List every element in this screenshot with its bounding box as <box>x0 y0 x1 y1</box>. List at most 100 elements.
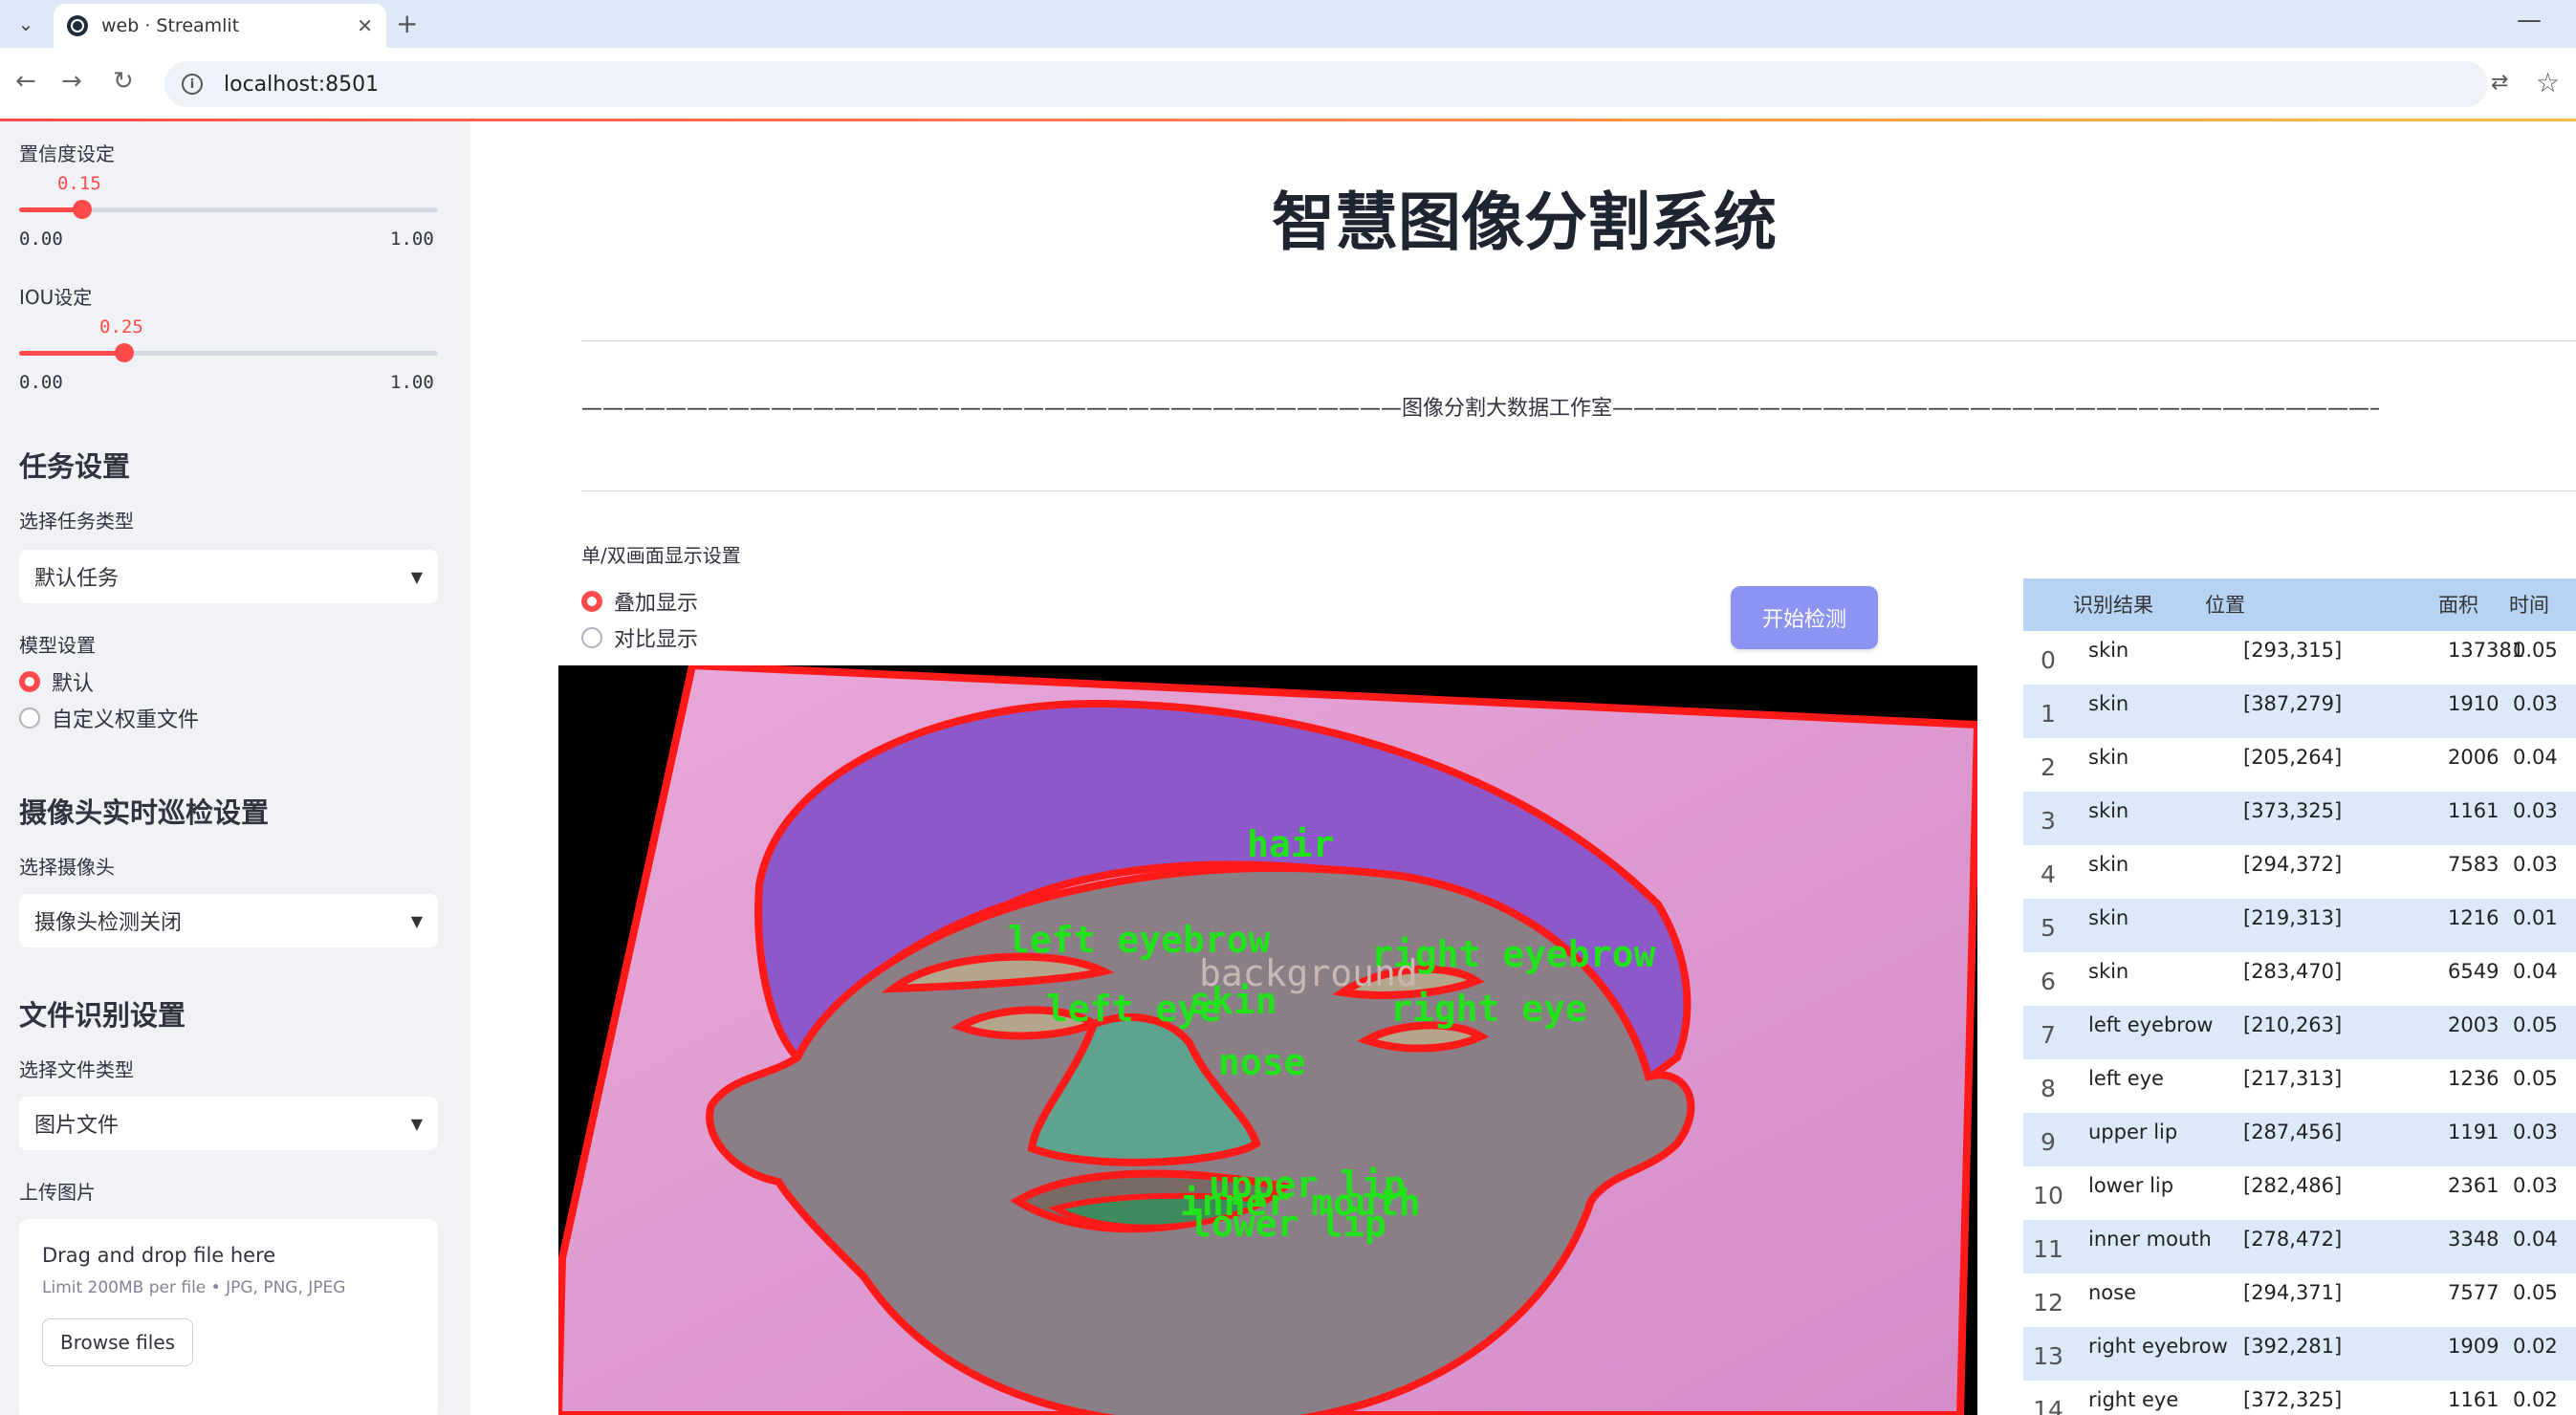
table-row[interactable]: 5 skin [219,313] 1216 0.01 <box>2023 899 2576 952</box>
cell-position: [392,281] <box>2243 1335 2343 1358</box>
cell-result: skin <box>2088 692 2129 715</box>
site-info-icon[interactable]: i <box>182 74 203 95</box>
header-position: 位置 <box>2205 594 2245 617</box>
display-radio-overlay[interactable]: 叠加显示 <box>581 586 698 617</box>
table-row[interactable]: 0 skin [293,315] 137381 0.05 <box>2023 631 2576 685</box>
iou-slider[interactable] <box>19 343 438 362</box>
label-right-eye: right eye <box>1390 988 1587 1030</box>
display-radio-compare[interactable]: 对比显示 <box>581 622 698 653</box>
confidence-min: 0.00 <box>19 229 63 250</box>
table-row[interactable]: 7 left eyebrow [210,263] 2003 0.05 <box>2023 1006 2576 1059</box>
cell-result: skin <box>2088 639 2129 662</box>
file-type-select[interactable]: 图片文件 ▼ <box>19 1097 438 1150</box>
radio-unselected-icon <box>19 708 40 729</box>
model-option-label: 默认 <box>52 672 95 696</box>
confidence-slider-thumb[interactable] <box>72 200 92 219</box>
cell-position: [278,472] <box>2243 1228 2343 1251</box>
header-time: 时间 <box>2509 594 2549 617</box>
confidence-slider[interactable] <box>19 200 438 219</box>
upload-label: 上传图片 <box>19 1181 96 1204</box>
label-skin: skin <box>1190 980 1277 1022</box>
cell-time: 0.04 <box>2513 960 2558 983</box>
browser-tab-strip: ⌄ web · Streamlit ✕ + — <box>0 0 2576 48</box>
radio-selected-icon <box>581 591 602 612</box>
cell-position: [372,325] <box>2243 1388 2343 1411</box>
close-tab-icon[interactable]: ✕ <box>357 14 373 37</box>
divider-top <box>581 340 2576 341</box>
row-index: 0 <box>2041 646 2056 674</box>
browser-tab[interactable]: web · Streamlit ✕ <box>54 4 386 48</box>
cell-time: 0.04 <box>2513 746 2558 769</box>
minimize-window-icon[interactable]: — <box>2517 6 2542 34</box>
file-type-label: 选择文件类型 <box>19 1058 134 1081</box>
table-row[interactable]: 14 right eye [372,325] 1161 0.02 <box>2023 1381 2576 1415</box>
url-text: localhost:8501 <box>224 72 380 97</box>
model-radio-custom[interactable]: 自定义权重文件 <box>19 703 199 733</box>
table-row[interactable]: 4 skin [294,372] 7583 0.03 <box>2023 845 2576 899</box>
cell-time: 0.04 <box>2513 1228 2558 1251</box>
row-index: 7 <box>2041 1021 2056 1049</box>
cell-time: 0.02 <box>2513 1335 2558 1358</box>
table-row[interactable]: 12 nose [294,371] 7577 0.05 <box>2023 1274 2576 1327</box>
chevron-down-icon: ▼ <box>410 567 423 586</box>
cell-result: skin <box>2088 853 2129 876</box>
cell-area: 1161 <box>2448 799 2500 822</box>
row-index: 12 <box>2033 1289 2063 1317</box>
translate-icon[interactable]: ⇄ <box>2491 71 2508 95</box>
camera-label: 选择摄像头 <box>19 856 115 879</box>
cell-result: upper lip <box>2088 1121 2178 1143</box>
table-row[interactable]: 11 inner mouth [278,472] 3348 0.04 <box>2023 1220 2576 1274</box>
model-label: 模型设置 <box>19 634 96 657</box>
table-row[interactable]: 1 skin [387,279] 1910 0.03 <box>2023 685 2576 738</box>
cell-result: skin <box>2088 746 2129 769</box>
cell-area: 1236 <box>2448 1067 2500 1090</box>
camera-select[interactable]: 摄像头检测关闭 ▼ <box>19 894 438 947</box>
results-table[interactable]: 识别结果 位置 面积 时间 0 skin [293,315] 13 7 3 8 1 0.05 1 s… <box>2023 578 2576 1415</box>
browse-files-button[interactable]: Browse files <box>42 1318 194 1366</box>
radio-unselected-icon <box>581 627 602 648</box>
table-row[interactable]: 3 skin [373,325] 1161 0.03 <box>2023 792 2576 845</box>
table-row[interactable]: 8 left eye [217,313] 1236 0.05 <box>2023 1059 2576 1113</box>
camera-value: 摄像头检测关闭 <box>34 911 183 935</box>
model-option-label: 自定义权重文件 <box>52 708 200 732</box>
tab-search-chevron-icon[interactable]: ⌄ <box>10 8 42 40</box>
bookmark-star-icon[interactable]: ☆ <box>2536 67 2560 98</box>
confidence-value: 0.15 <box>57 173 101 194</box>
table-row[interactable]: 2 skin [205,264] 2006 0.04 <box>2023 738 2576 792</box>
cell-position: [294,372] <box>2243 853 2343 876</box>
cell-time: 0.03 <box>2513 853 2558 876</box>
cell-area: 3348 <box>2448 1228 2500 1251</box>
cell-result: left eye <box>2088 1067 2164 1090</box>
chevron-down-icon: ▼ <box>410 911 423 930</box>
task-type-label: 选择任务类型 <box>19 510 134 533</box>
model-radio-default[interactable]: 默认 <box>19 666 94 697</box>
studio-banner: ———————————————————————————————————————图… <box>581 397 2379 421</box>
iou-slider-thumb[interactable] <box>114 343 134 362</box>
table-row[interactable]: 6 skin [283,470] 6549 0.04 <box>2023 952 2576 1006</box>
table-row[interactable]: 9 upper lip [287,456] 1191 0.03 <box>2023 1113 2576 1166</box>
table-row[interactable]: 10 lower lip [282,486] 2361 0.03 <box>2023 1166 2576 1220</box>
label-hair: hair <box>1247 823 1335 865</box>
cell-area: 1910 <box>2448 692 2500 715</box>
segmentation-overlay: hair left eyebrow right eyebrow backgrou… <box>558 665 1977 1415</box>
new-tab-plus-icon[interactable]: + <box>396 8 418 39</box>
back-arrow-icon[interactable]: ← <box>15 67 36 96</box>
main-content: 智慧图像分割系统 ———————————————————————————————… <box>470 121 2576 1415</box>
file-section-heading: 文件识别设置 <box>19 999 186 1032</box>
cell-time: 0.01 <box>2513 906 2558 929</box>
display-option-label: 叠加显示 <box>614 592 699 616</box>
label-lower-lip: lower lip <box>1190 1203 1386 1245</box>
reload-icon[interactable]: ↻ <box>113 67 134 96</box>
cell-position: [217,313] <box>2243 1067 2343 1090</box>
row-index: 11 <box>2033 1235 2063 1263</box>
forward-arrow-icon[interactable]: → <box>61 67 82 96</box>
cell-position: [287,456] <box>2243 1121 2343 1143</box>
url-field[interactable]: i localhost:8501 <box>164 61 2488 107</box>
task-type-select[interactable]: 默认任务 ▼ <box>19 550 438 603</box>
cell-time: 0.03 <box>2513 799 2558 822</box>
row-index: 9 <box>2041 1128 2056 1156</box>
table-row[interactable]: 13 right eyebrow [392,281] 1909 0.02 <box>2023 1327 2576 1381</box>
file-uploader-dropzone[interactable]: Drag and drop file here Limit 200MB per … <box>19 1219 438 1415</box>
start-detection-button[interactable]: 开始检测 <box>1731 586 1878 649</box>
row-index: 3 <box>2041 807 2056 835</box>
